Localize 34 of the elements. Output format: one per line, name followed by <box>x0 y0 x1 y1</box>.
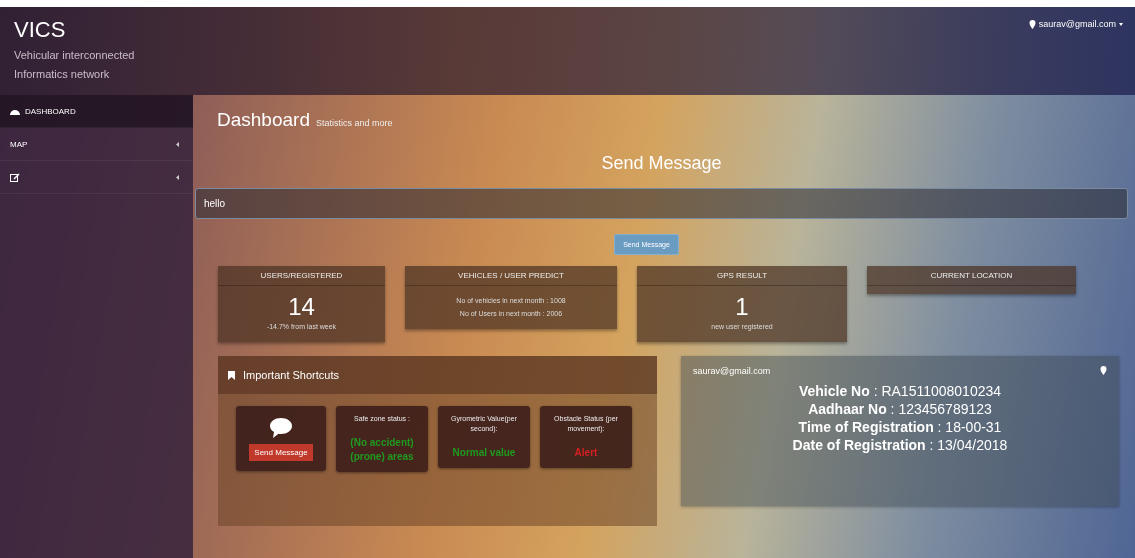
edit-icon <box>10 172 20 182</box>
sidebar-label: MAP <box>10 139 28 149</box>
brand-title: VICS <box>14 17 67 43</box>
panel-title: Important Shortcuts <box>243 369 339 381</box>
stat-title: VEHICLES / USER PREDICT <box>405 266 617 286</box>
sidebar-item[interactable]: DASHBOARD <box>0 95 193 128</box>
status-value: (No accident) (prone) areas <box>349 436 415 464</box>
brand-subtitle: Vehicular interconnected Informatics network <box>14 48 136 82</box>
stat-title: GPS RESULT <box>637 266 847 286</box>
sidebar-item[interactable]: MAP <box>0 128 193 161</box>
bookmark-icon <box>228 370 235 380</box>
status-value: Normal value <box>452 446 516 460</box>
section-heading: Send Message <box>600 153 723 174</box>
profile-field: Date of Registration : 13/04/2018 <box>693 436 1107 454</box>
message-field[interactable]: hello <box>195 188 1128 219</box>
page-subtitle: Statistics and more <box>315 118 393 128</box>
profile-field: Vehicle No : RA1511008010234 <box>693 382 1107 400</box>
sidebar-label: DASHBOARD <box>25 106 76 116</box>
caret-icon <box>1119 22 1123 26</box>
profile-field: Aadhaar No : 123456789123 <box>693 400 1107 418</box>
profile-field: Time of Registration : 18-00-31 <box>693 418 1107 436</box>
stat-value: 14 <box>288 294 315 320</box>
profile-email: saurav@gmail.com <box>693 366 771 376</box>
stat-title: USERS/REGISTERED <box>218 266 385 286</box>
gauge-icon <box>10 107 20 115</box>
pin-icon <box>1028 19 1036 29</box>
pin-icon <box>1100 366 1107 375</box>
page-title: Dashboard <box>217 109 310 131</box>
stat-title: CURRENT LOCATION <box>867 266 1076 286</box>
status-value: Alert <box>574 446 598 460</box>
user-menu[interactable]: saurav@gmail.com <box>1028 17 1123 31</box>
stat-value: 1 <box>735 294 749 320</box>
send-message-button[interactable]: Send Message <box>249 444 313 461</box>
speech-bubble-icon <box>270 418 292 438</box>
